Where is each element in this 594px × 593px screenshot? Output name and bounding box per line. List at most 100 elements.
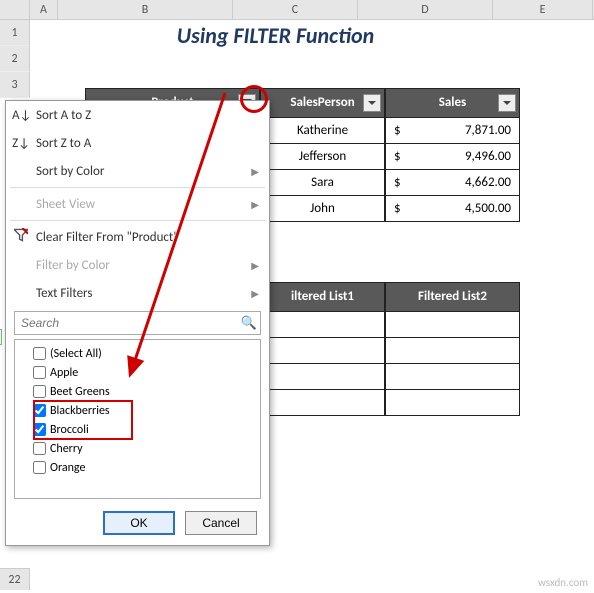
col-header-a[interactable]: A: [30, 0, 58, 19]
header-sales: Sales: [385, 88, 520, 118]
header-salesperson-label: SalesPerson: [290, 90, 354, 116]
menu-sort-az-label: Sort A to Z: [36, 108, 91, 123]
apply-check-icon[interactable]: ✓: [0, 329, 2, 345]
filter-dropdown-salesperson[interactable]: [363, 94, 381, 112]
cell-person-1[interactable]: Jefferson: [260, 143, 385, 170]
filter-checklist: (Select All) Apple Beet Greens Blackberr…: [14, 339, 261, 499]
checkbox-orange[interactable]: [33, 461, 46, 474]
filter-search-input[interactable]: [15, 316, 238, 330]
col-header-e[interactable]: E: [493, 0, 593, 19]
amount-value: 9,496.00: [465, 149, 511, 164]
col-header-d[interactable]: D: [358, 0, 493, 19]
ok-button[interactable]: OK: [103, 511, 175, 535]
cell-fl2-3[interactable]: [385, 389, 520, 416]
cell-amount-0[interactable]: $7,871.00: [385, 117, 520, 144]
filter-item-cherry[interactable]: Cherry: [19, 439, 256, 458]
chevron-right-icon: ▶: [251, 198, 259, 211]
filter-item-label: Orange: [50, 461, 85, 475]
filter-item-label: (Select All): [50, 347, 102, 361]
menu-sort-az[interactable]: A↓ Sort A to Z: [6, 101, 269, 129]
cell-fl1-3[interactable]: [260, 389, 385, 416]
checkbox-apple[interactable]: [33, 366, 46, 379]
filter-item-label: Blackberries: [50, 404, 110, 418]
chevron-right-icon: ▶: [251, 287, 259, 300]
checkbox-selectall[interactable]: [33, 347, 46, 360]
currency-symbol: $: [386, 118, 401, 143]
row-headers: 1 2 3: [0, 20, 30, 98]
cell-amount-3[interactable]: $4,500.00: [385, 195, 520, 222]
cell-fl2-0[interactable]: [385, 311, 520, 338]
menu-filter-color-label: Filter by Color: [36, 258, 110, 273]
menu-sheet-view: Sheet View ▶: [6, 190, 269, 218]
cell-fl2-1[interactable]: [385, 337, 520, 364]
cell-person-3[interactable]: John: [260, 195, 385, 222]
filter-item-label: Cherry: [50, 442, 83, 456]
filter-item-apple[interactable]: Apple: [19, 363, 256, 382]
menu-sort-color[interactable]: Sort by Color ▶: [6, 157, 269, 185]
cell-amount-1[interactable]: $9,496.00: [385, 143, 520, 170]
checkbox-broccoli[interactable]: [33, 423, 46, 436]
menu-text-filters-label: Text Filters: [36, 286, 92, 301]
menu-sort-za[interactable]: Z↓ Sort Z to A: [6, 129, 269, 157]
page-title: Using FILTER Function: [58, 22, 493, 49]
select-all-corner[interactable]: [0, 0, 30, 19]
header-fl1-label: iltered List1: [291, 284, 354, 310]
filter-item-selectall[interactable]: (Select All): [19, 344, 256, 363]
filter-search-box: 🔍: [14, 311, 261, 335]
cell-fl2-2[interactable]: [385, 363, 520, 390]
filter-item-orange[interactable]: Orange: [19, 458, 256, 477]
currency-symbol: $: [386, 144, 401, 169]
menu-separator: [10, 187, 265, 188]
menu-text-filters[interactable]: Text Filters ▶: [6, 279, 269, 307]
col-header-c[interactable]: C: [233, 0, 358, 19]
chevron-right-icon: ▶: [251, 259, 259, 272]
header-fl2-label: Filtered List2: [418, 284, 487, 310]
filter-item-label: Beet Greens: [50, 385, 110, 399]
row-header-22[interactable]: 22: [0, 568, 30, 590]
search-icon: 🔍: [238, 316, 260, 331]
cell-person-0[interactable]: Katherine: [260, 117, 385, 144]
filter-item-broccoli[interactable]: Broccoli: [19, 420, 256, 439]
menu-sort-za-label: Sort Z to A: [36, 136, 91, 151]
cell-amount-2[interactable]: $4,662.00: [385, 169, 520, 196]
clear-filter-icon: [12, 228, 30, 246]
chevron-right-icon: ▶: [251, 165, 259, 178]
amount-value: 4,662.00: [465, 175, 511, 190]
menu-filter-color: Filter by Color ▶: [6, 251, 269, 279]
cell-fl1-0[interactable]: [260, 311, 385, 338]
checkbox-beetgreens[interactable]: [33, 385, 46, 398]
row-header-1[interactable]: 1: [0, 20, 30, 46]
filter-item-blackberries[interactable]: Blackberries: [19, 401, 256, 420]
checkbox-blackberries[interactable]: [33, 404, 46, 417]
cancel-button[interactable]: Cancel: [185, 511, 257, 535]
amount-value: 7,871.00: [465, 123, 511, 138]
header-salesperson: SalesPerson: [260, 88, 385, 118]
sort-za-icon: Z↓: [12, 136, 30, 151]
menu-clear-label: Clear Filter From "Product": [36, 230, 178, 245]
watermark: wsxdn.com: [538, 576, 588, 589]
currency-symbol: $: [386, 196, 401, 221]
cell-person-2[interactable]: Sara: [260, 169, 385, 196]
col-header-b[interactable]: B: [58, 0, 233, 19]
row-header-2[interactable]: 2: [0, 46, 30, 72]
filter-menu: A↓ Sort A to Z Z↓ Sort Z to A Sort by Co…: [5, 100, 270, 546]
menu-sort-color-label: Sort by Color: [36, 164, 104, 179]
menu-clear-filter[interactable]: Clear Filter From "Product": [6, 223, 269, 251]
amount-value: 4,500.00: [465, 201, 511, 216]
annotation-circle: [240, 85, 268, 113]
filter-dropdown-sales[interactable]: [498, 94, 516, 112]
currency-symbol: $: [386, 170, 401, 195]
filter-item-label: Broccoli: [50, 423, 89, 437]
column-headers: A B C D E: [0, 0, 594, 20]
menu-sheet-view-label: Sheet View: [36, 197, 95, 212]
menu-separator: [10, 220, 265, 221]
header-filtered-list1: iltered List1: [260, 282, 385, 312]
cell-fl1-1[interactable]: [260, 337, 385, 364]
sort-az-icon: A↓: [12, 108, 30, 123]
checkbox-cherry[interactable]: [33, 442, 46, 455]
header-filtered-list2: Filtered List2: [385, 282, 520, 312]
filter-item-beetgreens[interactable]: Beet Greens: [19, 382, 256, 401]
row-header-3[interactable]: 3: [0, 72, 30, 98]
cell-fl1-2[interactable]: [260, 363, 385, 390]
header-sales-label: Sales: [439, 90, 467, 116]
